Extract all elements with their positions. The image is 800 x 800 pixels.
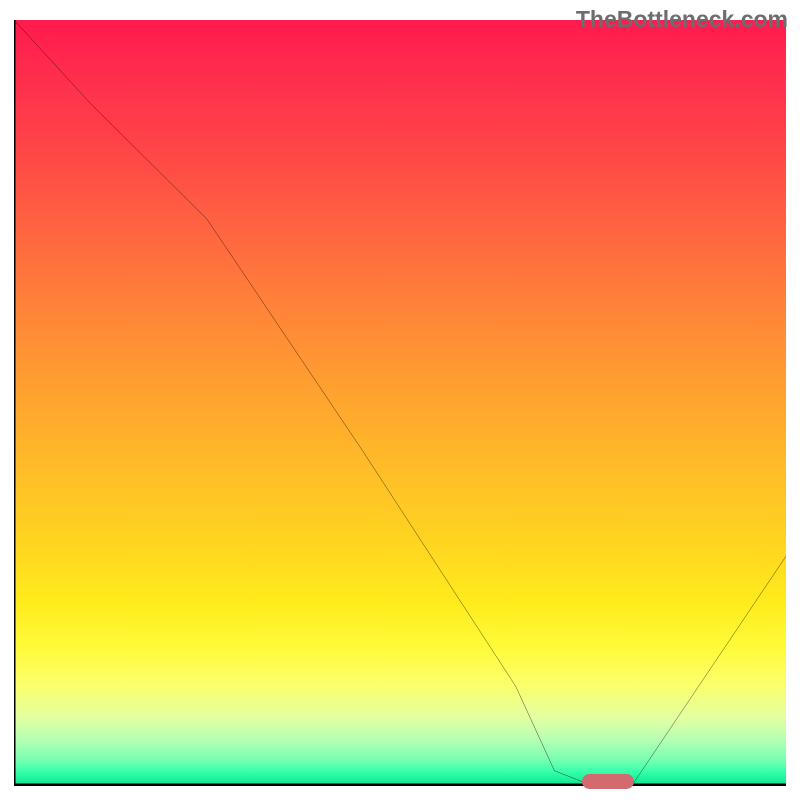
optimum-marker	[582, 774, 634, 789]
watermark-text: TheBottleneck.com	[576, 6, 788, 33]
chart-plot-area	[14, 20, 786, 786]
chart-background-gradient	[14, 20, 786, 786]
